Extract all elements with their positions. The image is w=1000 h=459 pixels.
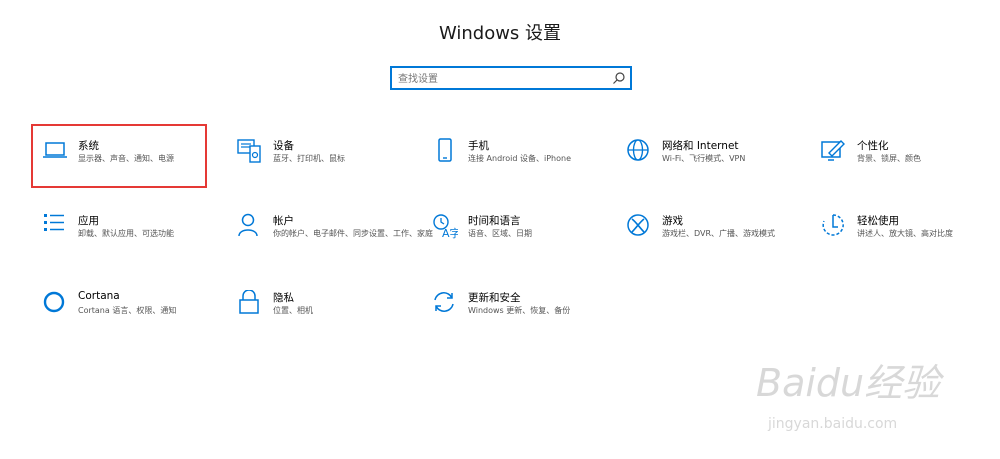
tile-cortana[interactable]: Cortana Cortana 语言、权限、通知 — [42, 290, 222, 340]
tile-subtitle: Wi-Fi、飞行模式、VPN — [662, 154, 746, 163]
tile-title: 帐户 — [273, 215, 294, 227]
tile-title: 隐私 — [273, 292, 294, 304]
highlight-box — [31, 124, 207, 188]
tile-subtitle: Cortana 语言、权限、通知 — [78, 306, 177, 315]
page-title: Windows 设置 — [438, 23, 562, 44]
search-box[interactable]: 查找设置 — [390, 66, 632, 90]
search-input[interactable]: 查找设置 — [398, 70, 438, 85]
tile-accounts[interactable]: 帐户 你的帐户、电子邮件、同步设置、工作、家庭 — [237, 213, 433, 263]
tile-title: 更新和安全 — [468, 292, 521, 304]
tile-gaming[interactable]: 游戏 游戏栏、DVR、广播、游戏模式 — [626, 213, 806, 263]
tile-phone[interactable]: 手机 连接 Android 设备、iPhone — [432, 138, 612, 188]
sync-icon — [434, 292, 454, 312]
svg-text:A字: A字 — [442, 226, 458, 239]
tile-subtitle: 语音、区域、日期 — [468, 229, 532, 238]
tile-title: Cortana — [78, 290, 120, 302]
tile-ease-of-access[interactable]: 轻松使用 讲述人、放大镜、高对比度 — [821, 213, 1000, 263]
tile-subtitle: 游戏栏、DVR、广播、游戏模式 — [662, 229, 776, 238]
tile-subtitle: 讲述人、放大镜、高对比度 — [857, 229, 953, 238]
tile-title: 网络和 Internet — [662, 140, 739, 152]
tile-title: 应用 — [78, 215, 99, 227]
globe-icon — [627, 139, 649, 161]
devices-icon — [237, 139, 261, 163]
tile-subtitle: 蓝牙、打印机、鼠标 — [273, 154, 345, 163]
tile-title: 设备 — [273, 140, 294, 152]
watermark-url: jingyan.baidu.com — [768, 416, 898, 432]
watermark-logo: Baidu经验 — [756, 361, 941, 405]
lock-icon — [239, 290, 259, 314]
tile-subtitle: 你的帐户、电子邮件、同步设置、工作、家庭 — [273, 229, 433, 238]
xbox-icon — [627, 214, 649, 236]
phone-icon — [438, 138, 452, 162]
tile-subtitle: 连接 Android 设备、iPhone — [468, 154, 572, 163]
tile-network[interactable]: 网络和 Internet Wi-Fi、飞行模式、VPN — [626, 138, 806, 188]
apps-list-icon — [44, 214, 64, 231]
tile-title: 手机 — [468, 140, 489, 152]
person-icon — [238, 213, 258, 237]
search-icon[interactable] — [612, 71, 626, 85]
watermark: Baidu经验 jingyan.baidu.com — [756, 352, 986, 442]
personalization-icon — [821, 140, 845, 161]
tile-personalization[interactable]: 个性化 背景、锁屏、颜色 — [821, 138, 1000, 188]
cortana-icon — [43, 291, 65, 313]
tile-title: 轻松使用 — [857, 215, 899, 227]
time-language-icon: A字 — [433, 214, 458, 239]
tile-apps[interactable]: 应用 卸载、默认应用、可选功能 — [42, 213, 222, 263]
ease-of-access-icon — [822, 214, 844, 236]
tile-subtitle: 背景、锁屏、颜色 — [857, 154, 921, 163]
tile-title: 时间和语言 — [468, 215, 521, 227]
tile-update-security[interactable]: 更新和安全 Windows 更新、恢复、备份 — [432, 290, 612, 340]
tile-subtitle: 卸载、默认应用、可选功能 — [78, 229, 174, 238]
tile-time-language[interactable]: A字 时间和语言 语音、区域、日期 — [432, 213, 612, 263]
tile-title: 个性化 — [857, 140, 889, 152]
tile-privacy[interactable]: 隐私 位置、相机 — [237, 290, 417, 340]
tile-title: 游戏 — [662, 215, 683, 227]
tile-subtitle: Windows 更新、恢复、备份 — [468, 306, 571, 315]
tile-devices[interactable]: 设备 蓝牙、打印机、鼠标 — [237, 138, 417, 188]
tile-subtitle: 位置、相机 — [273, 306, 313, 315]
